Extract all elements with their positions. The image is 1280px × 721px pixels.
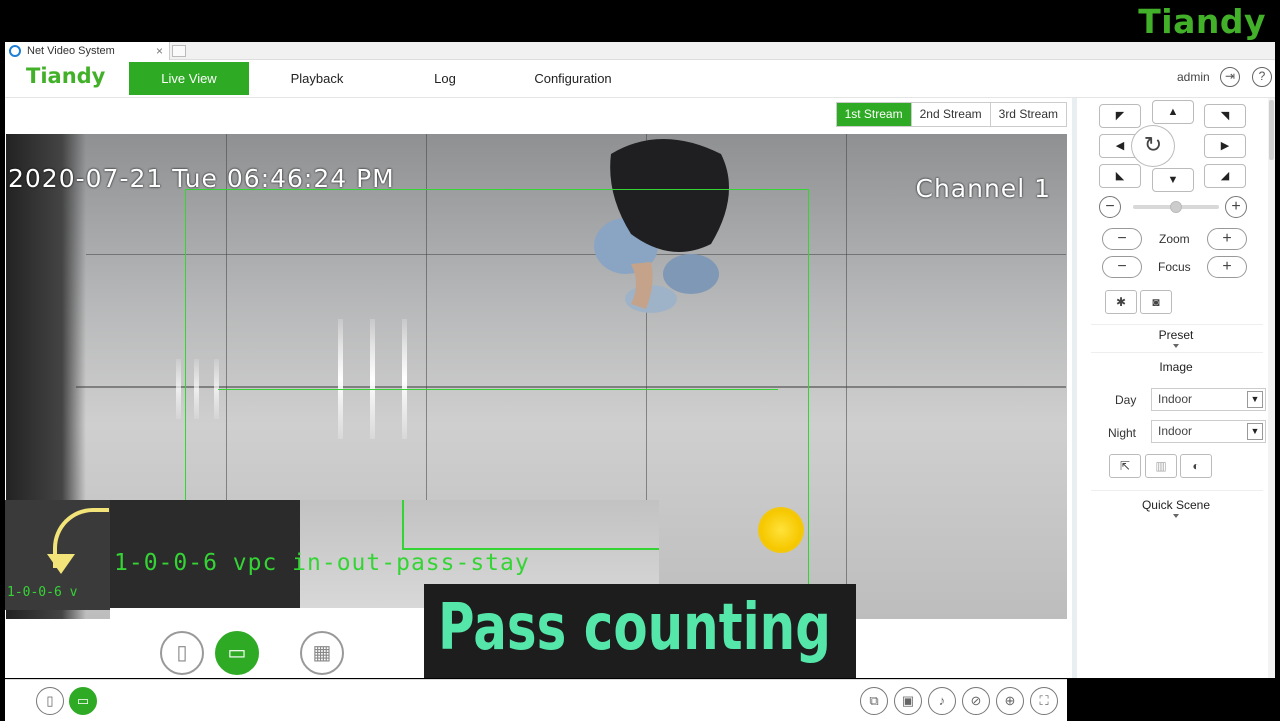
zoom-label: Zoom <box>1159 232 1190 246</box>
digital-zoom-icon[interactable]: ⊕ <box>996 687 1024 715</box>
help-icon[interactable]: ? <box>1252 67 1272 87</box>
focus-near-button[interactable]: − <box>1102 256 1142 278</box>
nav-playback[interactable]: Playback <box>257 62 377 95</box>
image-title: Image <box>1159 360 1193 374</box>
ptz-speed-slider[interactable] <box>1133 201 1219 213</box>
cursor-highlight <box>758 507 804 553</box>
chevron-down-icon[interactable] <box>1173 514 1179 518</box>
inset-roi-corner <box>402 500 659 550</box>
rotate-icon[interactable]: ◐ <box>1180 454 1212 478</box>
nav-live-view[interactable]: Live View <box>129 62 249 95</box>
edited-zoom-snippet: 1-0-0-6 v <box>5 500 111 610</box>
divider <box>1091 352 1263 353</box>
user-name[interactable]: admin <box>1177 70 1210 84</box>
ptz-up-right[interactable]: ◥ <box>1204 104 1246 128</box>
app-header: Tiandy Live View Playback Log Configurat… <box>5 60 1275 98</box>
video-frame: Tiandy Net Video System × Tiandy Live Vi… <box>0 0 1280 721</box>
microphone-icon[interactable]: ♪ <box>928 687 956 715</box>
caption-text: Pass counting <box>438 591 831 665</box>
arrow-head <box>47 554 75 574</box>
ptz-down[interactable]: ▼ <box>1152 168 1194 192</box>
inset-grid-icon: ▦ <box>300 631 344 675</box>
focus-far-button[interactable]: + <box>1207 256 1247 278</box>
snippet-osd-text: 1-0-0-6 v <box>7 585 78 600</box>
slider-knob[interactable] <box>1170 201 1182 213</box>
night-scene-value: Indoor <box>1158 424 1193 438</box>
light-reflection <box>176 359 181 419</box>
ptz-right[interactable]: ▶ <box>1204 134 1246 158</box>
ptz-down-left[interactable]: ◣ <box>1099 164 1141 188</box>
divider <box>1091 490 1263 491</box>
nav-log[interactable]: Log <box>385 62 505 95</box>
browser-tab[interactable]: Net Video System × <box>5 42 170 60</box>
osd-timestamp: 2020-07-21 Tue 06:46:24 PM <box>8 164 395 193</box>
stream-1st[interactable]: 1st Stream <box>836 103 911 126</box>
scroll-thumb[interactable] <box>1269 100 1274 160</box>
speed-plus-button[interactable]: + <box>1225 196 1247 218</box>
day-scene-value: Indoor <box>1158 392 1193 406</box>
browser-tabstrip: Net Video System × <box>5 42 1275 60</box>
browser-ie-icon <box>9 45 21 57</box>
zoom-in-button[interactable]: + <box>1207 228 1247 250</box>
day-label: Day <box>1115 393 1137 407</box>
floor-seam <box>846 134 847 619</box>
fit-window-icon[interactable]: ▯ <box>36 687 64 715</box>
speed-minus-button[interactable]: − <box>1099 196 1121 218</box>
stream-selector: 1st Stream 2nd Stream 3rd Stream <box>835 102 1067 127</box>
ptz-up[interactable]: ▲ <box>1152 100 1194 124</box>
new-tab-button[interactable] <box>172 45 186 57</box>
focus-label: Focus <box>1158 260 1191 274</box>
panel-scrollbar[interactable] <box>1268 98 1275 678</box>
chevron-down-icon[interactable] <box>1173 344 1179 348</box>
logout-icon[interactable]: ⇥ <box>1220 67 1240 87</box>
caption-banner: Pass counting <box>424 584 856 678</box>
preset-title[interactable]: Preset <box>1077 328 1275 342</box>
snapshot-icon[interactable]: ▣ <box>894 687 922 715</box>
night-label: Night <box>1108 426 1137 440</box>
inset-osd-text: 1-0-0-6 vpc in-out-pass-stay <box>114 550 530 576</box>
brand-logo: Tiandy <box>26 64 106 88</box>
record-icon[interactable]: ⧉ <box>860 687 888 715</box>
mirror-icon[interactable]: ⇱ <box>1109 454 1141 478</box>
inset-fit-icon: ▯ <box>160 631 204 675</box>
browser-tab-title: Net Video System <box>27 45 115 57</box>
mute-icon[interactable]: ⊘ <box>962 687 990 715</box>
stream-3rd[interactable]: 3rd Stream <box>989 103 1066 126</box>
day-scene-select[interactable]: Indoor ▼ <box>1151 388 1266 411</box>
tab-close-icon[interactable]: × <box>156 42 163 60</box>
camera-icon[interactable]: ◙ <box>1140 290 1172 314</box>
fullscreen-icon[interactable]: ⛶ <box>1030 687 1058 715</box>
stretch-window-icon[interactable]: ▭ <box>69 687 97 715</box>
osd-channel: Channel 1 <box>915 174 1051 203</box>
light-icon[interactable]: ✱ <box>1105 290 1137 314</box>
ptz-panel: ◤ ▲ ◥ ◀ ↻ ▶ ◣ ▼ ◢ − + − Zoom + − Focus +… <box>1072 98 1275 678</box>
chevron-down-icon[interactable]: ▼ <box>1247 423 1263 440</box>
quick-scene-title[interactable]: Quick Scene <box>1077 498 1275 512</box>
chevron-down-icon[interactable]: ▼ <box>1247 391 1263 408</box>
stream-2nd[interactable]: 2nd Stream <box>910 103 990 126</box>
corner-watermark-logo: Tiandy <box>1138 2 1266 41</box>
ptz-up-left[interactable]: ◤ <box>1099 104 1141 128</box>
divider <box>1091 324 1263 325</box>
flip-icon[interactable]: ▥ <box>1145 454 1177 478</box>
nav-configuration[interactable]: Configuration <box>513 62 633 95</box>
inset-stretch-icon: ▭ <box>215 631 259 675</box>
counting-line <box>218 389 778 390</box>
video-toolbar: ▯ ▭ ⧉ ▣ ♪ ⊘ ⊕ ⛶ <box>5 679 1067 721</box>
night-scene-select[interactable]: Indoor ▼ <box>1151 420 1266 443</box>
ptz-auto-icon[interactable]: ↻ <box>1131 125 1175 167</box>
ptz-down-right[interactable]: ◢ <box>1204 164 1246 188</box>
zoom-out-button[interactable]: − <box>1102 228 1142 250</box>
